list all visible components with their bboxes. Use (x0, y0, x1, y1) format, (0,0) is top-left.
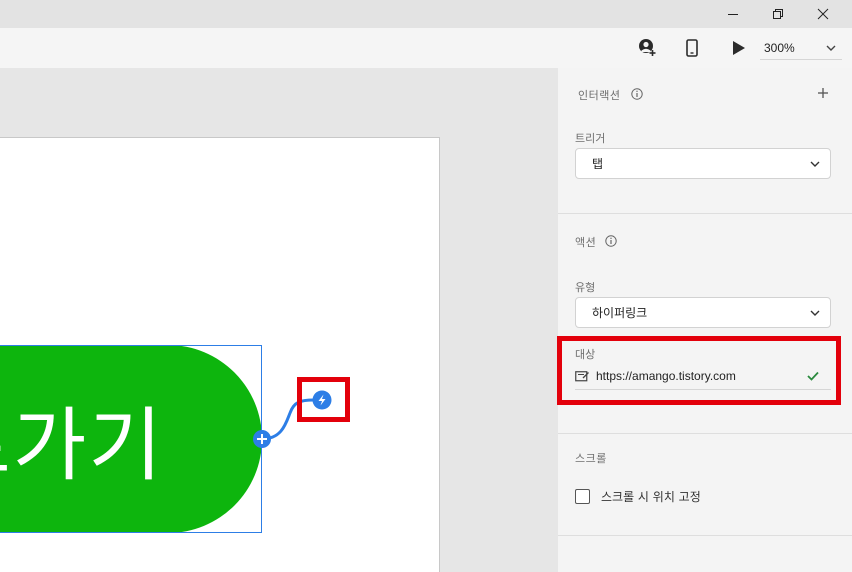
toolbar: 300% (0, 28, 852, 68)
add-interaction-plus-icon[interactable] (816, 86, 830, 100)
minimize-icon (728, 14, 738, 15)
action-title: 액션 (575, 236, 597, 249)
design-canvas[interactable]: 로가기 (0, 68, 558, 572)
fix-position-checkbox[interactable] (575, 489, 590, 504)
zoom-value: 300% (764, 40, 795, 55)
interaction-title: 인터랙션 (578, 89, 621, 102)
title-bar (0, 0, 852, 28)
add-interaction-handle[interactable] (253, 430, 271, 448)
highlight-box-target (557, 336, 841, 405)
divider (558, 433, 852, 434)
play-icon (733, 41, 745, 55)
chevron-down-icon (826, 45, 836, 51)
play-button[interactable] (727, 36, 751, 60)
share-user-button[interactable] (635, 36, 659, 60)
chevron-down-icon (800, 298, 830, 328)
info-icon[interactable] (631, 88, 643, 100)
minimize-button[interactable] (710, 0, 756, 28)
fix-position-label: 스크롤 시 위치 고정 (601, 490, 701, 504)
type-value: 하이퍼링크 (592, 306, 648, 320)
mobile-device-icon (686, 39, 698, 57)
trigger-value: 탭 (592, 157, 604, 171)
zoom-select[interactable]: 300% (760, 36, 842, 60)
type-dropdown[interactable]: 하이퍼링크 (575, 297, 831, 328)
type-label: 유형 (575, 281, 596, 294)
properties-panel: 인터랙션 트리거 탭 액션 유형 하이퍼링크 대상 https://amango… (558, 68, 852, 572)
highlight-box-trigger (297, 377, 350, 422)
restore-button[interactable] (755, 0, 801, 28)
scroll-title: 스크롤 (575, 452, 607, 465)
trigger-label: 트리거 (575, 132, 606, 145)
user-share-icon (639, 39, 656, 56)
trigger-dropdown[interactable]: 탭 (575, 148, 831, 179)
interaction-wire (253, 390, 332, 448)
restore-icon (773, 9, 783, 19)
divider (558, 213, 852, 214)
close-button[interactable] (800, 0, 846, 28)
info-icon[interactable] (605, 235, 617, 247)
close-icon (817, 8, 829, 20)
chevron-down-icon (800, 149, 830, 179)
device-preview-button[interactable] (680, 36, 704, 60)
divider (558, 535, 852, 536)
fix-position-option[interactable]: 스크롤 시 위치 고정 (575, 488, 701, 505)
